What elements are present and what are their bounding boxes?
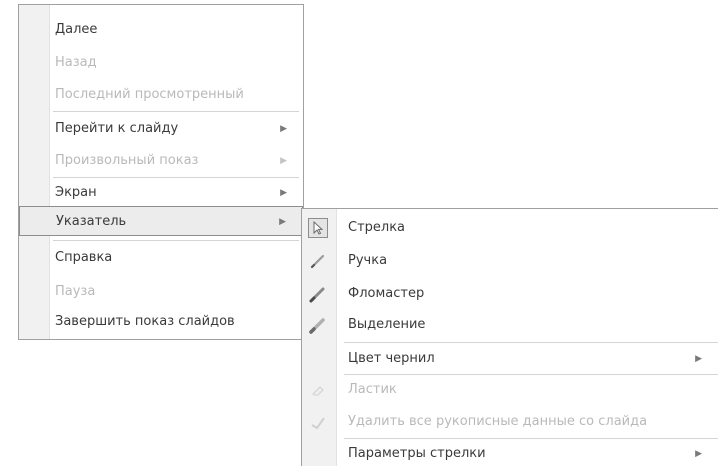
menu-item-label: Ручка [348,253,388,268]
menu-item-label: Ластик [348,382,397,397]
menu-item-screen[interactable]: Экран ▶ [19,178,303,208]
submenu-arrow-icon: ▶ [280,188,287,198]
menu-item-pause: Пауза [19,277,303,307]
menu-item-label: Завершить показ слайдов [55,314,235,329]
submenu-arrow-icon: ▶ [280,156,287,166]
menu-item-label: Экран [55,185,97,200]
menu-item-label: Удалить все рукописные данные со слайда [348,414,648,429]
menu-item-label: Фломастер [348,286,425,301]
submenu-item-erase-all-ink: Удалить все рукописные данные со слайда [302,407,718,437]
menu-item-label: Назад [55,55,97,70]
menu-item-label: Указатель [56,214,127,229]
arrow-pointer-icon [308,218,328,238]
menu-item-end-show[interactable]: Завершить показ слайдов [19,307,303,337]
felt-tip-pen-icon [308,284,328,304]
menu-item-label: Параметры стрелки [348,446,486,461]
slideshow-context-menu: Далее Назад Последний просмотренный Пере… [18,4,304,340]
submenu-item-felt-tip-pen[interactable]: Фломастер [302,279,718,309]
submenu-item-pen[interactable]: Ручка [302,246,718,276]
submenu-item-eraser: Ластик [302,375,718,405]
menu-item-previous: Назад [19,48,303,78]
submenu-arrow-icon: ▶ [280,124,287,134]
menu-item-label: Справка [55,250,113,265]
submenu-item-arrow-options[interactable]: Параметры стрелки ▶ [302,439,718,469]
menu-item-pointer[interactable]: Указатель ▶ [19,206,303,236]
eraser-icon [308,380,328,400]
pen-icon [308,251,328,271]
menu-item-next[interactable]: Далее [19,15,303,45]
pointer-submenu: Стрелка Ручка Фломастер Выделение Цвет ч… [301,208,718,466]
menu-separator [344,342,718,343]
menu-item-label: Стрелка [348,220,406,235]
menu-item-label: Перейти к слайду [55,121,179,136]
menu-item-label: Последний просмотренный [55,87,244,102]
menu-item-label: Выделение [348,317,426,332]
menu-item-label: Далее [55,22,98,37]
submenu-item-ink-color[interactable]: Цвет чернил ▶ [302,344,718,374]
menu-separator [53,111,299,112]
menu-item-last-viewed: Последний просмотренный [19,80,303,110]
menu-item-label: Цвет чернил [348,351,435,366]
menu-separator [53,240,299,241]
menu-item-label: Пауза [55,284,96,299]
submenu-item-highlighter[interactable]: Выделение [302,310,718,340]
submenu-arrow-icon: ▶ [695,354,702,364]
submenu-arrow-icon: ▶ [279,217,286,227]
erase-all-icon [308,412,328,432]
menu-item-custom-show: Произвольный показ ▶ [19,146,303,176]
submenu-arrow-icon: ▶ [695,449,702,459]
highlighter-icon [308,315,328,335]
menu-item-label: Произвольный показ [55,153,199,168]
menu-item-go-to-slide[interactable]: Перейти к слайду ▶ [19,114,303,144]
menu-item-help[interactable]: Справка [19,243,303,273]
submenu-item-arrow[interactable]: Стрелка [302,213,718,243]
